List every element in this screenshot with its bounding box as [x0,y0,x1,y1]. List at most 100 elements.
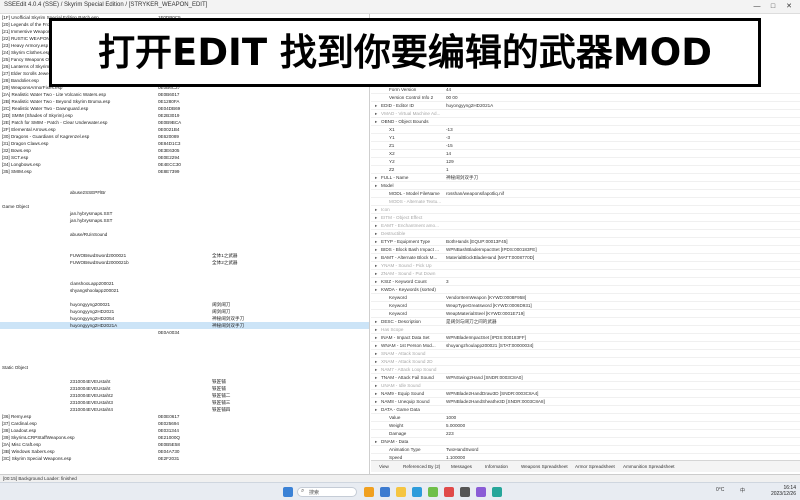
tree-row[interactable] [0,196,369,203]
expand-icon[interactable]: ▸ [375,438,377,445]
expand-icon[interactable]: ▸ [375,246,377,253]
field-row[interactable]: ▸ YNAM - Sound - Pick Up [371,262,800,270]
terminal-icon[interactable] [460,487,470,497]
field-value[interactable]: 44 [446,86,451,93]
store-icon[interactable] [412,487,422,497]
tree-row[interactable]: FUWOBswdSword2000021b 全体2之武器 [0,259,369,266]
field-row[interactable]: ▸ NAM9 - Equip Sound WPNBlade2HandDraw3D [… [371,390,800,398]
expand-icon[interactable]: ▸ [375,262,377,269]
tab-2[interactable]: Messages [451,463,472,471]
field-row[interactable]: ▸ Model [371,182,800,190]
tree-row[interactable] [0,266,369,273]
tree-row[interactable] [0,245,369,252]
field-row[interactable]: Value 1000 [371,414,800,422]
tree-row[interactable]: [2D] SMIM (Shades of Skyrim).esp 0E2B3019 [0,112,369,119]
field-value[interactable]: WPNSwing2Hand [SNDR:0003C8A0] [446,374,523,381]
tree-row[interactable]: 2310004EVEUstaht3 铁匠铺三 [0,399,369,406]
clock[interactable]: 16:14 2023/12/26 [768,485,796,497]
field-row[interactable]: ▸ WNAM - 1st Person Mod... shuyangzhoulapp… [371,342,800,350]
field-row[interactable]: Keyword VendorItemWeapon [KYWD:0008F958] [371,294,800,302]
tab-5[interactable]: Armor Spreadsheet [575,463,615,471]
field-value[interactable]: 129 [446,158,454,165]
expand-icon[interactable]: ▸ [375,286,377,293]
tree-row[interactable]: abuse/RUinSound [0,231,369,238]
tree-row[interactable]: [35] SMIM.esp 0E8E7399 [0,168,369,175]
expand-icon[interactable]: ▸ [375,102,377,109]
field-value[interactable]: 5.000000 [446,422,465,429]
field-row[interactable]: ▸ OBND - Object Bounds [371,118,800,126]
app-icon[interactable] [444,487,454,497]
tree-row[interactable]: abuse2SSEPFlBr [0,189,369,196]
field-row[interactable]: ▸ KWDA - Keywords (sorted) [371,286,800,294]
expand-icon[interactable]: ▸ [375,214,377,221]
field-row[interactable]: Keyword WeapTypeGreatsword [KYWD:0006D931… [371,302,800,310]
expand-icon[interactable]: ▸ [375,222,377,229]
tree-row[interactable]: [2C] Realistic Water Two - Dawnguard.esp… [0,105,369,112]
tab-1[interactable]: Referenced By (2) [403,463,440,471]
field-row[interactable]: ▸ EITM - Object Effect [371,214,800,222]
tree-row[interactable]: [31] Dragon Claws.esp 0E84D1C3 [0,140,369,147]
tree-row[interactable]: [33] SCT.esp 0E0E2294 [0,154,369,161]
tree-row[interactable]: huyongyyng2HD2021 阔剑阔刀 [0,308,369,315]
tree-row[interactable] [0,224,369,231]
tree-row[interactable]: [39] SkyrimLCRPStaffWeapons.esp 0E21000Q [0,434,369,441]
field-row[interactable]: ▸ EAMT - Enchantment amo... [371,222,800,230]
field-row[interactable]: Weight 5.000000 [371,422,800,430]
field-row[interactable]: MODS - Alternate Textu... [371,198,800,206]
tree-row[interactable]: Game Object [0,203,369,210]
tree-row[interactable]: 0E0A0034 [0,329,369,336]
field-row[interactable]: ▸ KSIZ - Keyword Count 3 [371,278,800,286]
tab-4[interactable]: Weapons Spreadsheet [521,463,568,471]
field-value[interactable]: 神秘阔剑双手刀 [446,174,478,181]
tree-row[interactable] [0,273,369,280]
tree-row[interactable] [0,357,369,364]
field-row[interactable]: ▸ ZNAM - Sound - Put Down [371,270,800,278]
tree-row[interactable]: 2310004EVEUstaht4 铁匠铺四 [0,406,369,413]
tree-row[interactable]: [34] Longbows.esp 0E4ECC30 [0,161,369,168]
tree-row[interactable] [0,336,369,343]
expand-icon[interactable]: ▸ [375,382,377,389]
tree-row[interactable]: jan.hybrysmaps.SST [0,217,369,224]
field-row[interactable]: Version Control Info 2 00 00 [371,94,800,102]
field-value[interactable]: WPNBlade2HandDraw3D [SNDR:0003C8A4] [446,390,538,397]
tree-row[interactable] [0,238,369,245]
field-value[interactable]: TwoHandSword [446,446,478,453]
field-row[interactable]: ▸ BAMT - Alternate Block M... MaterialBloc… [371,254,800,262]
tree-row[interactable]: 2310004EVEUstaht 铁匠铺 [0,385,369,392]
expand-icon[interactable]: ▸ [375,334,377,341]
tab-6[interactable]: Ammunition Spreadsheet [623,463,675,471]
taskbar-search[interactable]: ⌕ 搜索 [297,487,357,497]
tree-row[interactable]: [30] Dragons - Guardians of Kagrenzel.es… [0,133,369,140]
field-row[interactable]: ▸ NAM7 - Attack Loop Sound [371,366,800,374]
expand-icon[interactable]: ▸ [375,270,377,277]
field-row[interactable]: ▸ FULL - Name 神秘阔剑双手刀 [371,174,800,182]
tree-row[interactable] [0,182,369,189]
field-row[interactable]: ▸ DATA - Game Data [371,406,800,414]
chat-icon[interactable] [492,487,502,497]
expand-icon[interactable]: ▸ [375,406,377,413]
field-row[interactable]: ▸ XNAM - Attack Sound 2D [371,358,800,366]
expand-icon[interactable]: ▸ [375,182,377,189]
taskview-icon[interactable] [364,487,374,497]
field-row[interactable]: Damage 223 [371,430,800,438]
folder-icon[interactable] [396,487,406,497]
tree-row[interactable] [0,175,369,182]
tree-row[interactable]: huyongyyng200021 阔剑阔刀 [0,301,369,308]
field-row[interactable]: ▸ Icon [371,206,800,214]
close-button[interactable]: ✕ [784,2,794,11]
tree-row[interactable]: [38] Loadout.esp 0E031344 [0,427,369,434]
field-value[interactable]: 3 [446,278,449,285]
start-icon[interactable] [283,487,293,497]
tree-row[interactable]: clanshooLapp200021 [0,280,369,287]
tree-row[interactable]: jan.hybrysmaps.SST [0,210,369,217]
tree-row[interactable]: huyongyyng2HD2021A 神秘阔剑双手刀 [0,322,369,329]
field-row[interactable]: ▸ BIDS - Block Bash Impact ... WPNBashBlad… [371,246,800,254]
expand-icon[interactable]: ▸ [375,118,377,125]
expand-icon[interactable]: ▸ [375,398,377,405]
tree-row[interactable]: [2E] Patch for SMIM - Patch - Clear Unde… [0,119,369,126]
field-value[interactable]: huyongyyng2HD2021A [446,102,493,109]
expand-icon[interactable]: ▸ [375,326,377,333]
tree-row[interactable]: huyongyyng2HD2054 神秘阔剑双手刀 [0,315,369,322]
field-row[interactable]: ▸ EDID - Editor ID huyongyyng2HD2021A [371,102,800,110]
field-value[interactable]: 00 00 [446,94,458,101]
